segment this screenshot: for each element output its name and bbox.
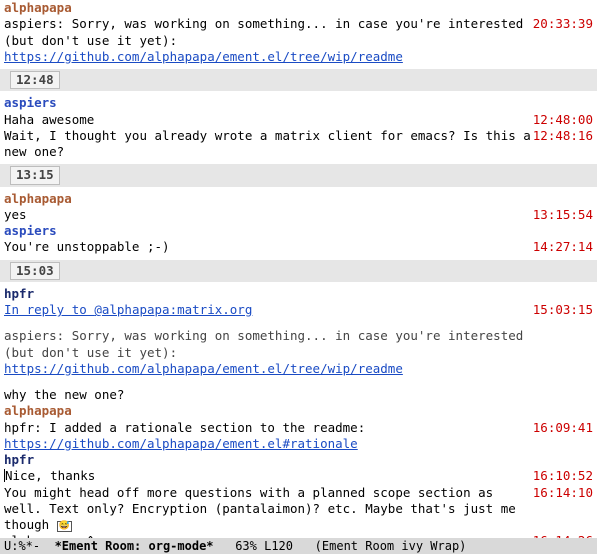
- message-body: yes: [4, 207, 531, 223]
- rationale-link[interactable]: https://github.com/alphapapa/ement.el#ra…: [4, 436, 358, 451]
- message-row: You're unstoppable ;-) 14:27:14: [0, 239, 597, 255]
- message-text: You might head off more questions with a…: [4, 485, 516, 533]
- message-text: hpfr: I added a rationale section to the…: [4, 420, 365, 435]
- timestamp: 14:27:14: [531, 239, 593, 255]
- sender-hpfr: hpfr: [0, 452, 597, 468]
- mode-line: U:%*- *Ement Room: org-mode* 63% L120 (E…: [0, 538, 597, 554]
- timestamp: 20:33:39: [531, 16, 593, 32]
- message-row: hpfr: I added a rationale section to the…: [0, 420, 597, 453]
- message-body: hpfr: I added a rationale section to the…: [4, 420, 531, 453]
- reply-link[interactable]: In reply to @alphapapa:matrix.org: [4, 302, 252, 317]
- message-row: Wait, I thought you already wrote a matr…: [0, 128, 597, 161]
- quoted-text: aspiers: Sorry, was working on something…: [4, 328, 523, 359]
- sender-alphapapa: alphapapa: [0, 0, 597, 16]
- time-divider: 13:15: [0, 164, 597, 186]
- timestamp: 12:48:00: [531, 112, 593, 128]
- time-divider: 12:48: [0, 69, 597, 91]
- message-row: Nice, thanks 16:10:52: [0, 468, 597, 484]
- modeline-mid: 63% L120 (Ement Room ivy Wrap): [214, 539, 467, 553]
- modeline-left: U:%*-: [4, 539, 55, 553]
- reply-prefix: In reply to: [4, 302, 94, 317]
- time-divider-label: 15:03: [10, 262, 60, 280]
- message-row: aspiers: Sorry, was working on something…: [0, 16, 597, 65]
- message-row: You might head off more questions with a…: [0, 485, 597, 534]
- message-text: Nice, thanks: [5, 468, 95, 483]
- timestamp: 13:15:54: [531, 207, 593, 223]
- message-body: aspiers: Sorry, was working on something…: [4, 16, 531, 65]
- emoji-glyph: 😅: [57, 521, 72, 532]
- sender-aspiers: aspiers: [0, 223, 597, 239]
- buffer-name: *Ement Room: org-mode*: [55, 539, 214, 553]
- sender-alphapapa: alphapapa: [0, 403, 597, 419]
- message-body: Haha awesome: [4, 112, 531, 128]
- time-divider: 15:03: [0, 260, 597, 282]
- time-divider-label: 12:48: [10, 71, 60, 89]
- message-body: why the new one?: [4, 387, 531, 403]
- message-row: In reply to @alphapapa:matrix.org 15:03:…: [0, 302, 597, 318]
- sender-alphapapa: alphapapa: [0, 191, 597, 207]
- reply-target: @alphapapa:matrix.org: [94, 302, 252, 317]
- chat-log: alphapapa aspiers: Sorry, was working on…: [0, 0, 597, 538]
- message-body: Nice, thanks: [4, 468, 531, 484]
- quoted-link[interactable]: https://github.com/alphapapa/ement.el/tr…: [4, 361, 403, 376]
- timestamp: 15:03:15: [531, 302, 593, 318]
- timestamp: 12:48:16: [531, 128, 593, 144]
- message-text: aspiers: Sorry, was working on something…: [4, 16, 523, 47]
- time-divider-label: 13:15: [10, 166, 60, 184]
- readme-link[interactable]: https://github.com/alphapapa/ement.el/tr…: [4, 49, 403, 64]
- sender-hpfr: hpfr: [0, 286, 597, 302]
- message-body: You might head off more questions with a…: [4, 485, 531, 534]
- message-row: why the new one?: [0, 387, 597, 403]
- spacer: [0, 377, 597, 387]
- timestamp: 16:10:52: [531, 468, 593, 484]
- message-body: In reply to @alphapapa:matrix.org: [4, 302, 531, 318]
- message-row: Haha awesome 12:48:00: [0, 112, 597, 128]
- message-body: You're unstoppable ;-): [4, 239, 531, 255]
- spacer: [0, 318, 597, 328]
- sender-aspiers: aspiers: [0, 95, 597, 111]
- timestamp: 16:09:41: [531, 420, 593, 436]
- message-body: Wait, I thought you already wrote a matr…: [4, 128, 531, 161]
- message-row: yes 13:15:54: [0, 207, 597, 223]
- quoted-row: aspiers: Sorry, was working on something…: [0, 328, 597, 377]
- timestamp: 16:14:10: [531, 485, 593, 501]
- quoted-body: aspiers: Sorry, was working on something…: [4, 328, 531, 377]
